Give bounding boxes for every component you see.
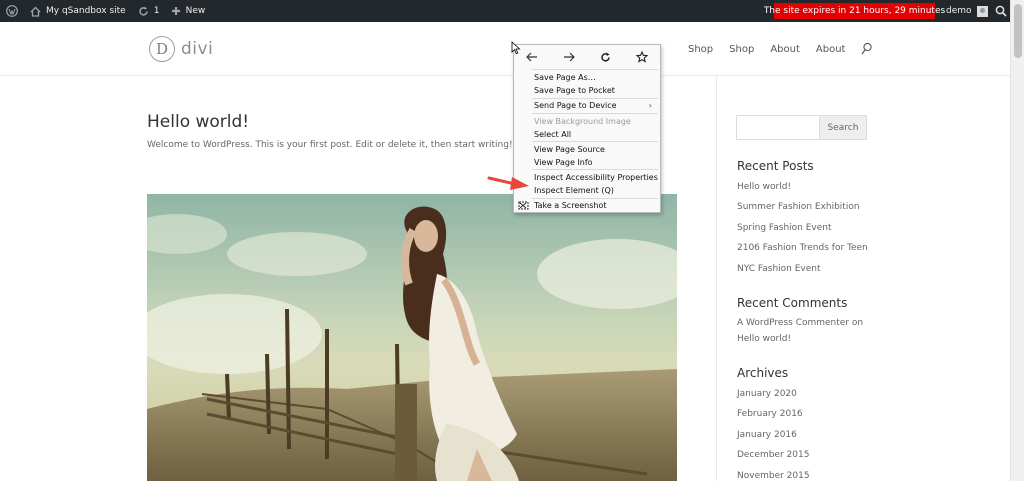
- nav-item-about[interactable]: About: [770, 44, 800, 55]
- archive-link[interactable]: February 2016: [737, 409, 803, 419]
- wordpress-logo-icon: [6, 5, 18, 17]
- menu-item-label: Take a Screenshot: [534, 201, 607, 210]
- menu-item-inspect-accessibility[interactable]: Inspect Accessibility Properties: [514, 171, 660, 184]
- back-arrow-icon: [526, 52, 538, 62]
- logo-text: divi: [181, 39, 214, 59]
- new-label: New: [185, 6, 206, 16]
- home-icon: [30, 6, 41, 17]
- menu-item-select-all[interactable]: Select All: [514, 128, 660, 141]
- menu-item-inspect-element[interactable]: Inspect Element (Q): [514, 184, 660, 197]
- recent-comment-post[interactable]: Hello world!: [737, 334, 791, 344]
- annotation-arrow-icon: [487, 176, 529, 190]
- forward-button[interactable]: [559, 48, 579, 66]
- menu-item-label: Send Page to Device: [534, 101, 617, 110]
- expiry-badge: The site expires in 21 hours, 29 minutes: [764, 3, 945, 19]
- featured-image[interactable]: [147, 194, 677, 481]
- sidebar-search-input[interactable]: [736, 115, 820, 140]
- search-icon[interactable]: [861, 42, 873, 56]
- menu-separator: [532, 69, 658, 70]
- admin-search-icon[interactable]: [995, 4, 1007, 18]
- avatar: [976, 5, 988, 17]
- reload-icon: [601, 52, 610, 62]
- star-icon: [635, 51, 648, 63]
- sidebar-divider: [716, 76, 717, 481]
- archive-link[interactable]: November 2015: [737, 471, 810, 481]
- menu-item-save-to-pocket[interactable]: Save Page to Pocket: [514, 84, 660, 97]
- menu-separator: [532, 141, 658, 142]
- updates-icon: [138, 6, 148, 16]
- archive-link[interactable]: December 2015: [737, 450, 809, 460]
- nav-item-about-2[interactable]: About: [816, 44, 846, 55]
- featured-photo: [147, 194, 677, 481]
- mouse-cursor-icon: [511, 41, 521, 55]
- admin-bar: My qSandbox site 1 ✚ New The site expire…: [0, 0, 1010, 22]
- recent-post-link[interactable]: Summer Fashion Exhibition: [737, 202, 860, 212]
- site-name: My qSandbox site: [46, 6, 126, 16]
- nav-item-shop-2[interactable]: Shop: [729, 44, 754, 55]
- scrollbar-thumb[interactable]: [1014, 4, 1022, 58]
- site-logo[interactable]: D divi: [149, 36, 213, 62]
- context-menu: Save Page As… Save Page to Pocket Send P…: [513, 44, 661, 213]
- menu-separator: [532, 169, 658, 170]
- post-title[interactable]: Hello world!: [147, 112, 249, 132]
- submenu-chevron-icon: ›: [648, 101, 652, 110]
- recent-comments-heading: Recent Comments: [737, 296, 848, 310]
- site-header: D divi Shop Shop About About: [0, 22, 1010, 76]
- forward-arrow-icon: [563, 52, 575, 62]
- browser-viewport: My qSandbox site 1 ✚ New The site expire…: [0, 0, 1024, 481]
- reload-button[interactable]: [595, 48, 615, 66]
- recent-post-link[interactable]: 2106 Fashion Trends for Teen: [737, 243, 868, 253]
- recent-post-link[interactable]: NYC Fashion Event: [737, 264, 821, 274]
- bookmark-button[interactable]: [632, 48, 652, 66]
- recent-post-link[interactable]: Hello world!: [737, 182, 791, 192]
- recent-post-link[interactable]: Spring Fashion Event: [737, 223, 832, 233]
- menu-item-send-to-device[interactable]: Send Page to Device ›: [514, 99, 660, 112]
- site-name-menu[interactable]: My qSandbox site: [24, 0, 132, 22]
- new-content-menu[interactable]: ✚ New: [165, 0, 211, 22]
- context-menu-nav: [514, 45, 660, 69]
- recent-posts-heading: Recent Posts: [737, 159, 814, 173]
- menu-item-view-background-image: View Background Image: [534, 117, 631, 126]
- menu-item-take-screenshot[interactable]: Take a Screenshot: [514, 199, 660, 212]
- screenshot-icon: [518, 201, 529, 210]
- archive-link[interactable]: January 2016: [737, 430, 797, 440]
- menu-item-view-page-source[interactable]: View Page Source: [514, 143, 660, 156]
- user-name: demo: [946, 6, 972, 16]
- archive-link[interactable]: January 2020: [737, 389, 797, 399]
- menu-item-view-page-info[interactable]: View Page Info: [514, 156, 660, 169]
- updates-count: 1: [153, 6, 160, 16]
- post-excerpt: Welcome to WordPress. This is your first…: [147, 140, 513, 150]
- main-nav: Shop Shop About About: [688, 42, 873, 56]
- updates-menu[interactable]: 1: [132, 0, 166, 22]
- recent-comment-author[interactable]: A WordPress Commenter on: [737, 318, 863, 328]
- page-scrollbar[interactable]: [1010, 0, 1024, 481]
- nav-item-shop[interactable]: Shop: [688, 44, 713, 55]
- wordpress-menu[interactable]: [0, 0, 24, 22]
- sidebar-search-button[interactable]: Search: [820, 115, 867, 140]
- menu-item-save-page-as[interactable]: Save Page As…: [514, 71, 660, 84]
- logo-mark: D: [149, 36, 175, 62]
- user-account-menu[interactable]: demo: [946, 0, 988, 22]
- archives-heading: Archives: [737, 366, 789, 380]
- menu-separator: [532, 113, 658, 114]
- back-button[interactable]: [522, 48, 542, 66]
- plus-icon: ✚: [171, 4, 181, 18]
